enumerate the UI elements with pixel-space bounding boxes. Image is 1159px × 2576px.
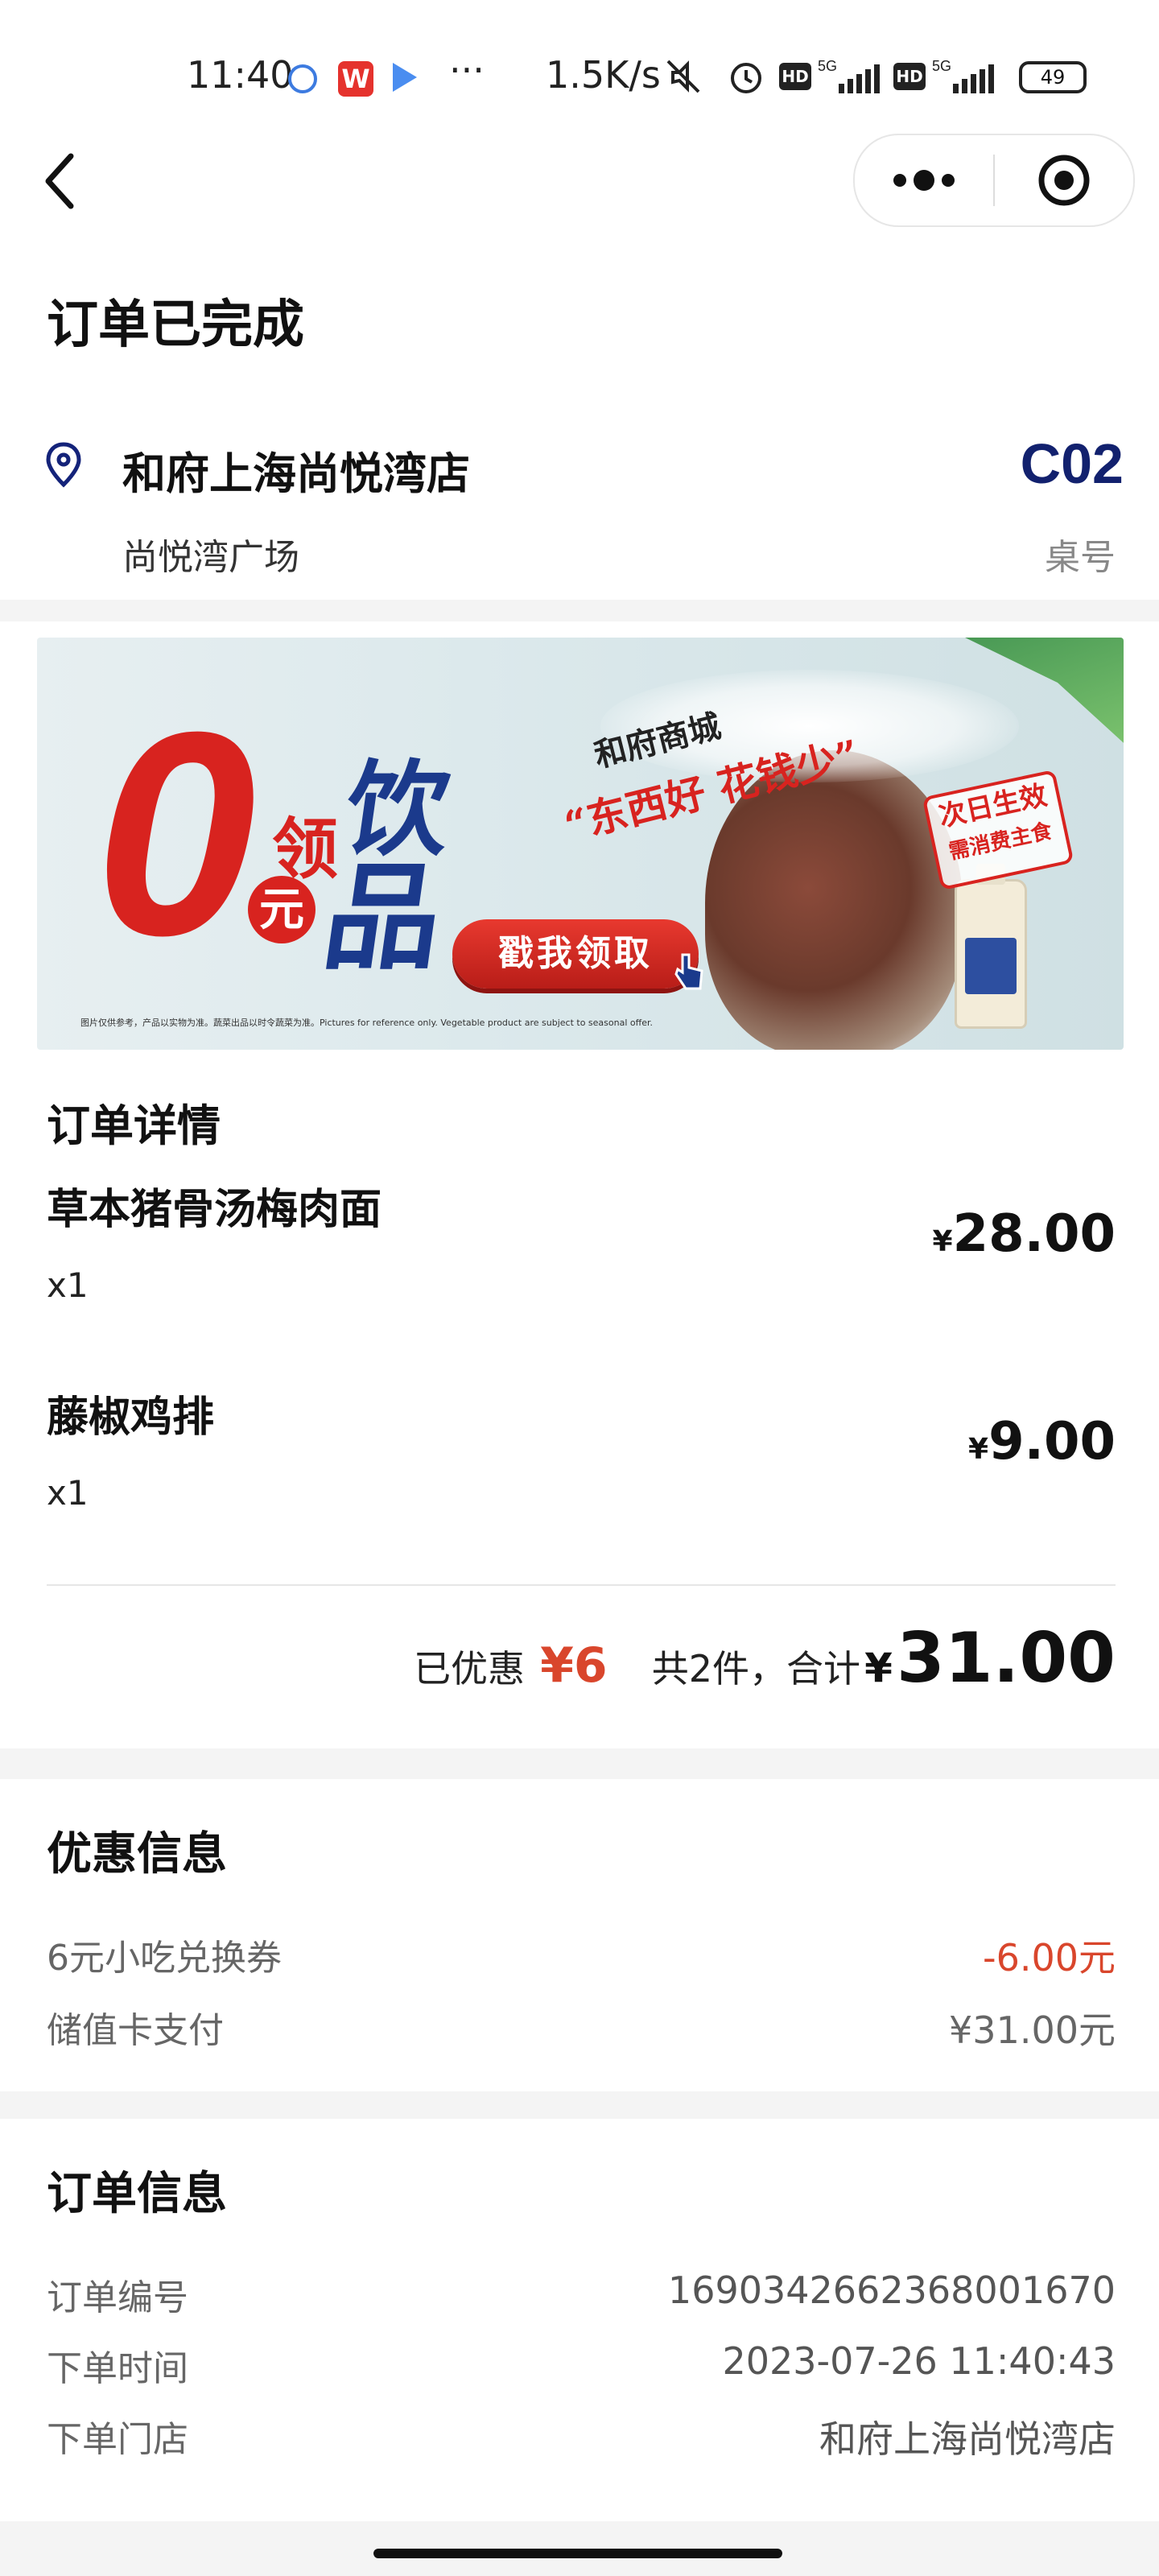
item-price: ¥28.00 xyxy=(885,1204,1116,1264)
promo-row-label: 6元小吃兑换券 xyxy=(47,1938,282,1979)
total-amount: 31.00 xyxy=(896,1618,1116,1699)
signal-5g-icon-2: 5G xyxy=(930,56,998,95)
promo-info-section: 优惠信息 6元小吃兑换券 -6.00元 储值卡支付 ¥31.00元 xyxy=(0,1779,1159,2091)
hand-cursor-icon xyxy=(673,952,705,992)
order-number-label: 订单编号 xyxy=(47,2277,188,2318)
banner-disclaimer: 图片仅供参考，产品以实物为准。蔬菜出品以时令蔬菜为准。Pictures for … xyxy=(80,1018,653,1028)
promo-info-title: 优惠信息 xyxy=(47,1828,227,1880)
total-currency: ¥ xyxy=(864,1645,893,1691)
battery-level: 49 xyxy=(1040,66,1066,89)
app-notification-icon xyxy=(288,64,317,93)
item-name: 草本猪骨汤梅肉面 xyxy=(47,1186,382,1234)
hd-icon: HD xyxy=(779,63,811,90)
item-count-label: 共2件，合计 xyxy=(651,1647,860,1690)
item-qty: x1 xyxy=(47,1473,89,1513)
item-qty: x1 xyxy=(47,1265,89,1305)
item-price-value: 9.00 xyxy=(988,1412,1116,1472)
banner-cta-button[interactable]: 戳我领取 xyxy=(452,919,699,989)
banner-pin: 品 xyxy=(316,849,452,985)
order-info-title: 订单信息 xyxy=(47,2168,227,2220)
store-address: 尚悦湾广场 xyxy=(122,537,299,578)
status-time: 11:40 xyxy=(187,53,294,97)
svg-text:5G: 5G xyxy=(818,58,837,74)
more-dots-icon xyxy=(893,170,955,191)
order-info-section: 订单信息 订单编号 1690342662368001670 下单时间 2023-… xyxy=(0,2119,1159,2521)
home-indicator[interactable] xyxy=(373,2549,782,2558)
more-options-button[interactable] xyxy=(855,135,993,225)
payment-row-label: 储值卡支付 xyxy=(47,2010,224,2051)
order-store-value: 和府上海尚悦湾店 xyxy=(819,2417,1116,2461)
item-price: ¥9.00 xyxy=(885,1412,1116,1472)
hd-icon-2: HD xyxy=(893,63,926,90)
item-currency: ¥ xyxy=(932,1225,953,1258)
drink-bottle-image xyxy=(955,864,1027,1029)
order-store-label: 下单门店 xyxy=(47,2419,188,2460)
order-total-row: 已优惠 ¥6 共2件，合计 ¥ 31.00 xyxy=(241,1618,1116,1699)
mute-icon xyxy=(665,58,702,95)
order-detail-divider xyxy=(47,1584,1116,1586)
miniprogram-capsule xyxy=(853,134,1135,227)
chevron-left-icon xyxy=(45,153,74,209)
alarm-icon xyxy=(728,58,765,95)
banner-badge: 次日生效 需消费主食 xyxy=(922,769,1074,891)
order-number-value: 1690342662368001670 xyxy=(667,2268,1116,2312)
page-title: 订单已完成 xyxy=(47,295,304,355)
table-number-label: 桌号 xyxy=(1045,537,1116,578)
item-currency: ¥ xyxy=(968,1433,989,1466)
promo-row-value: -6.00元 xyxy=(982,1936,1116,1979)
wps-icon: W xyxy=(338,61,373,97)
order-detail-title: 订单详情 xyxy=(47,1100,221,1151)
svg-text:5G: 5G xyxy=(932,58,951,74)
location-pin-icon xyxy=(43,441,84,489)
net-speed: 1.5K/s xyxy=(546,53,661,97)
banner-zero: 0 xyxy=(95,672,257,996)
discount-amount: ¥6 xyxy=(540,1637,608,1694)
discount-label: 已优惠 xyxy=(414,1647,526,1690)
target-close-icon xyxy=(1038,155,1090,206)
payment-row-value: ¥31.00元 xyxy=(949,2008,1116,2052)
order-time-label: 下单时间 xyxy=(47,2348,188,2389)
play-store-icon xyxy=(393,63,417,92)
battery-icon: 49 xyxy=(1019,61,1087,93)
table-number: C02 xyxy=(1020,432,1124,495)
item-name: 藤椒鸡排 xyxy=(47,1393,215,1442)
store-name: 和府上海尚悦湾店 xyxy=(122,448,470,499)
order-time-value: 2023-07-26 11:40:43 xyxy=(722,2339,1116,2383)
item-price-value: 28.00 xyxy=(952,1204,1116,1264)
back-button[interactable] xyxy=(37,145,85,217)
close-miniprogram-button[interactable] xyxy=(995,135,1133,225)
banner-yuan: 元 xyxy=(248,876,316,943)
more-notifications-icon: ··· xyxy=(449,48,485,92)
promo-banner[interactable]: 0 领 元 饮 品 和府商城 “东西好 花钱少” 戳我领取 次日生效 需消费主食… xyxy=(37,638,1124,1050)
signal-5g-icon: 5G xyxy=(816,56,884,95)
